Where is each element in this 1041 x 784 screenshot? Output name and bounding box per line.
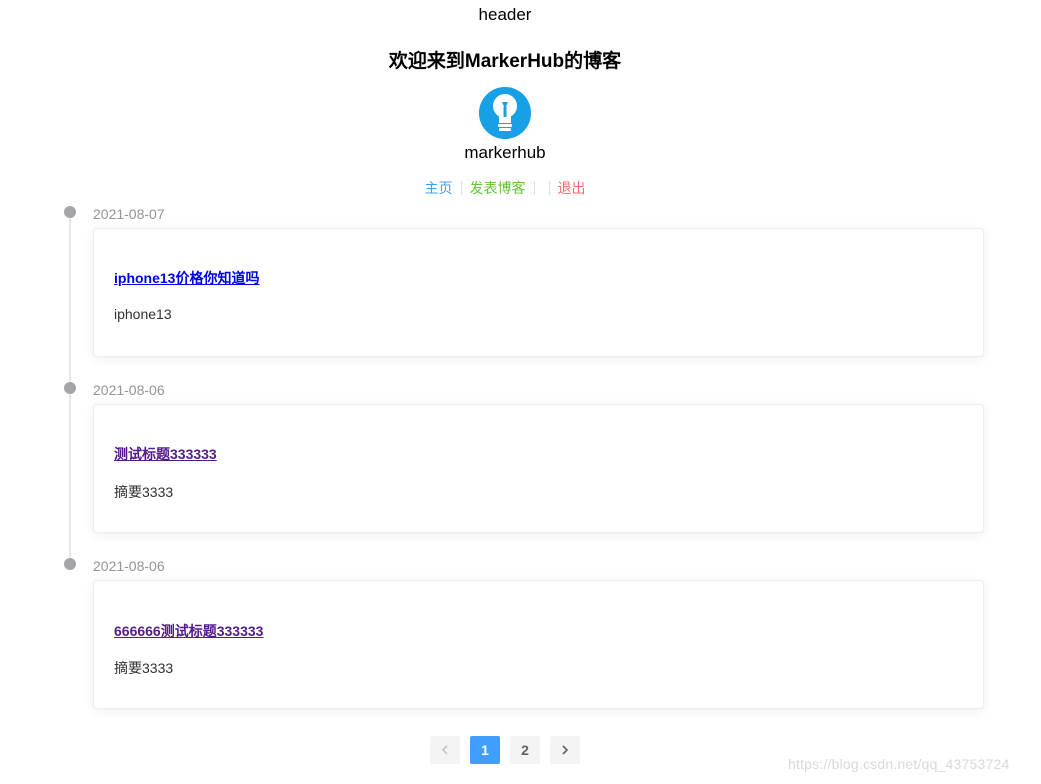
page-header: header	[478, 5, 532, 24]
timeline-timestamp: 2021-08-06	[93, 382, 165, 398]
avatar	[479, 87, 531, 139]
nav-home-link[interactable]: 主页	[419, 178, 459, 198]
page-1-button[interactable]: 1	[470, 736, 500, 764]
blog-card: 666666测试标题333333 摘要3333	[93, 580, 984, 709]
next-page-button[interactable]	[550, 736, 580, 764]
blog-summary: 摘要3333	[114, 660, 174, 676]
timeline-node	[64, 558, 76, 570]
blog-card: 测试标题333333 摘要3333	[93, 404, 984, 533]
prev-page-button[interactable]	[430, 736, 460, 764]
chevron-left-icon	[441, 745, 448, 755]
chevron-right-icon	[562, 745, 569, 755]
nav-logout-link[interactable]: 退出	[552, 178, 592, 198]
blog-title-link[interactable]: iphone13价格你知道吗	[114, 268, 259, 288]
nav-post-blog-link[interactable]: 发表博客	[464, 178, 532, 198]
blog-title-link[interactable]: 666666测试标题333333	[114, 621, 263, 641]
timeline-node	[64, 206, 76, 218]
nav-divider	[533, 181, 535, 195]
username: markerhub	[464, 143, 546, 162]
nav-bar: 主页 发表博客 退出	[0, 178, 1010, 198]
watermark: https://blog.csdn.net/qq_43753724	[788, 756, 1010, 772]
nav-divider	[460, 181, 462, 195]
welcome-title: 欢迎来到MarkerHub的博客	[388, 51, 622, 72]
lightbulb-icon	[479, 87, 531, 139]
timeline-timestamp: 2021-08-07	[93, 206, 165, 222]
blog-summary: 摘要3333	[114, 484, 174, 500]
blog-card: iphone13价格你知道吗 iphone13	[93, 228, 984, 357]
nav-divider	[548, 181, 550, 195]
blog-title-link[interactable]: 测试标题333333	[114, 444, 217, 464]
timeline-node	[64, 382, 76, 394]
blog-summary: iphone13	[114, 306, 172, 322]
page-2-button[interactable]: 2	[510, 736, 540, 764]
timeline-timestamp: 2021-08-06	[93, 558, 165, 574]
